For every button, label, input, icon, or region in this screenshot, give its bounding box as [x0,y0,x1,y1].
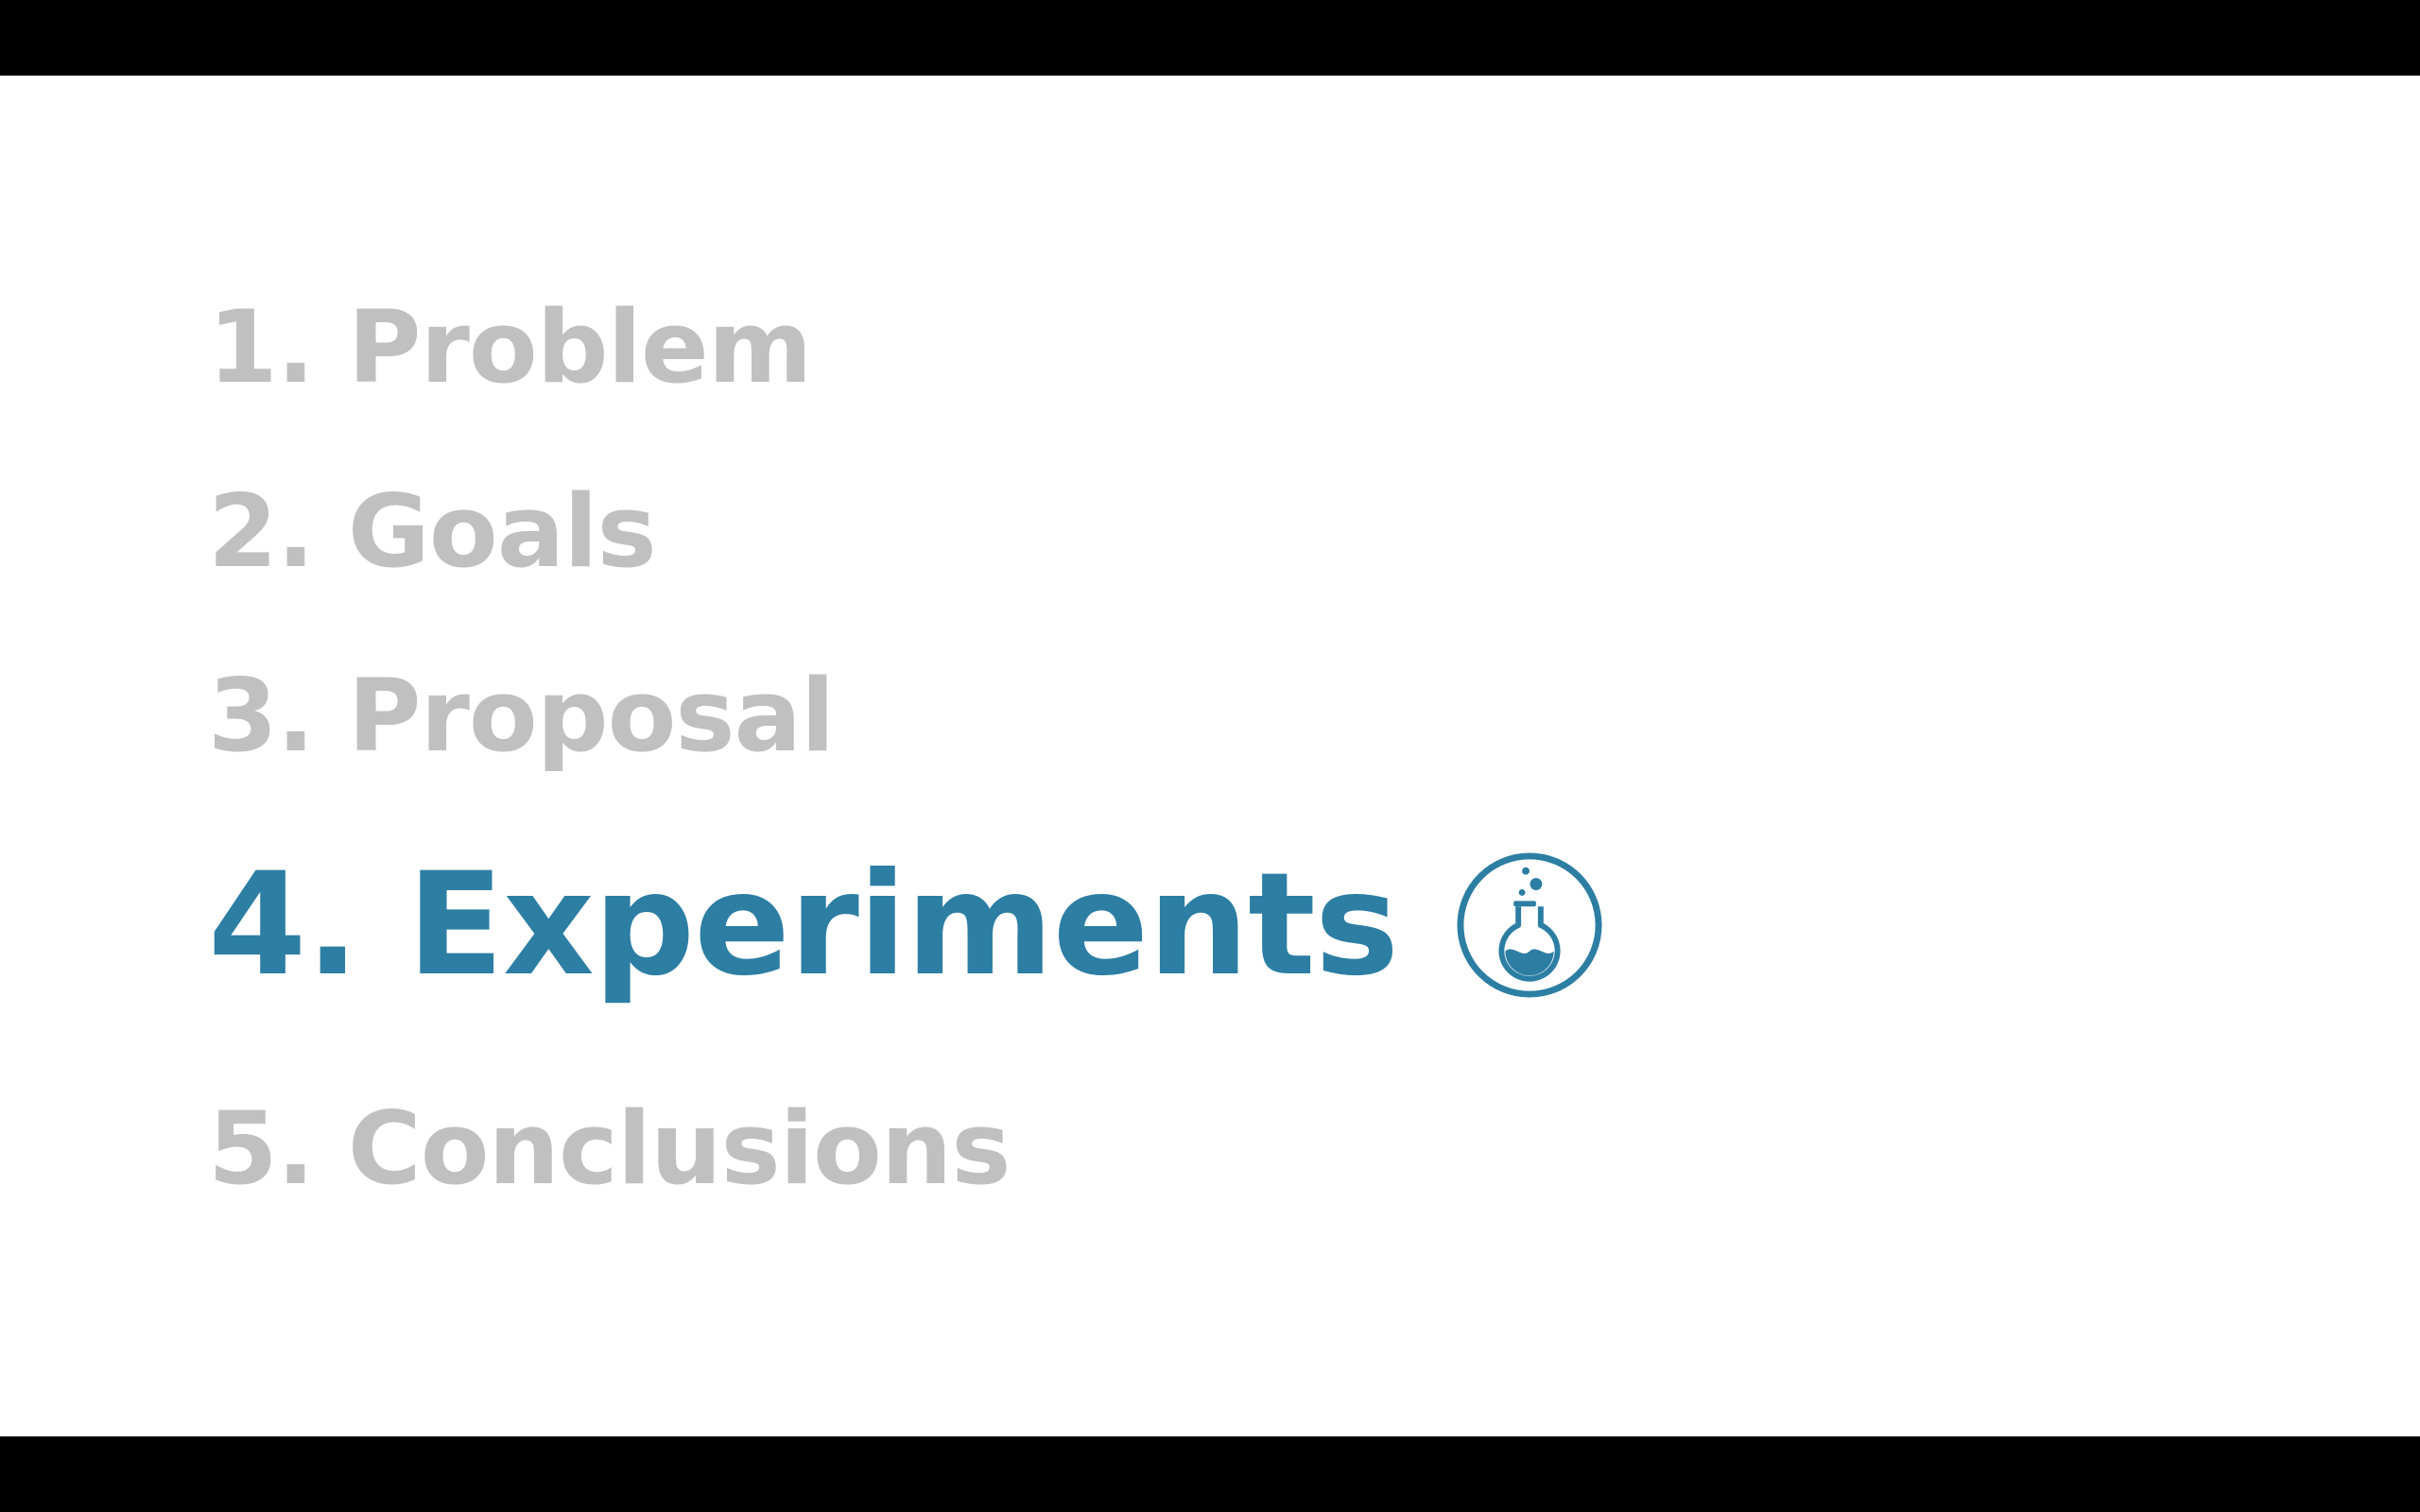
agenda-item-problem: 1. Problem [208,298,812,398]
agenda-item-goals: 2. Goals [208,482,657,582]
agenda-item-label: 1. Problem [208,289,812,405]
letterbox-bottom-bar [0,1436,2420,1512]
agenda-item-label: 3. Proposal [208,658,835,774]
agenda-item-label-active: 4. Experiments [208,843,1399,1007]
flask-icon [1457,852,1602,998]
agenda-item-label: 2. Goals [208,473,657,590]
agenda-slide: 1. Problem 2. Goals 3. Proposal 4. Exper… [0,76,2420,1436]
letterbox-top-bar [0,0,2420,76]
agenda-item-label: 5. Conclusions [208,1091,1011,1207]
agenda-item-proposal: 3. Proposal [208,666,835,766]
agenda-item-conclusions: 5. Conclusions [208,1099,1011,1199]
agenda-item-experiments: 4. Experiments [208,850,1604,1000]
